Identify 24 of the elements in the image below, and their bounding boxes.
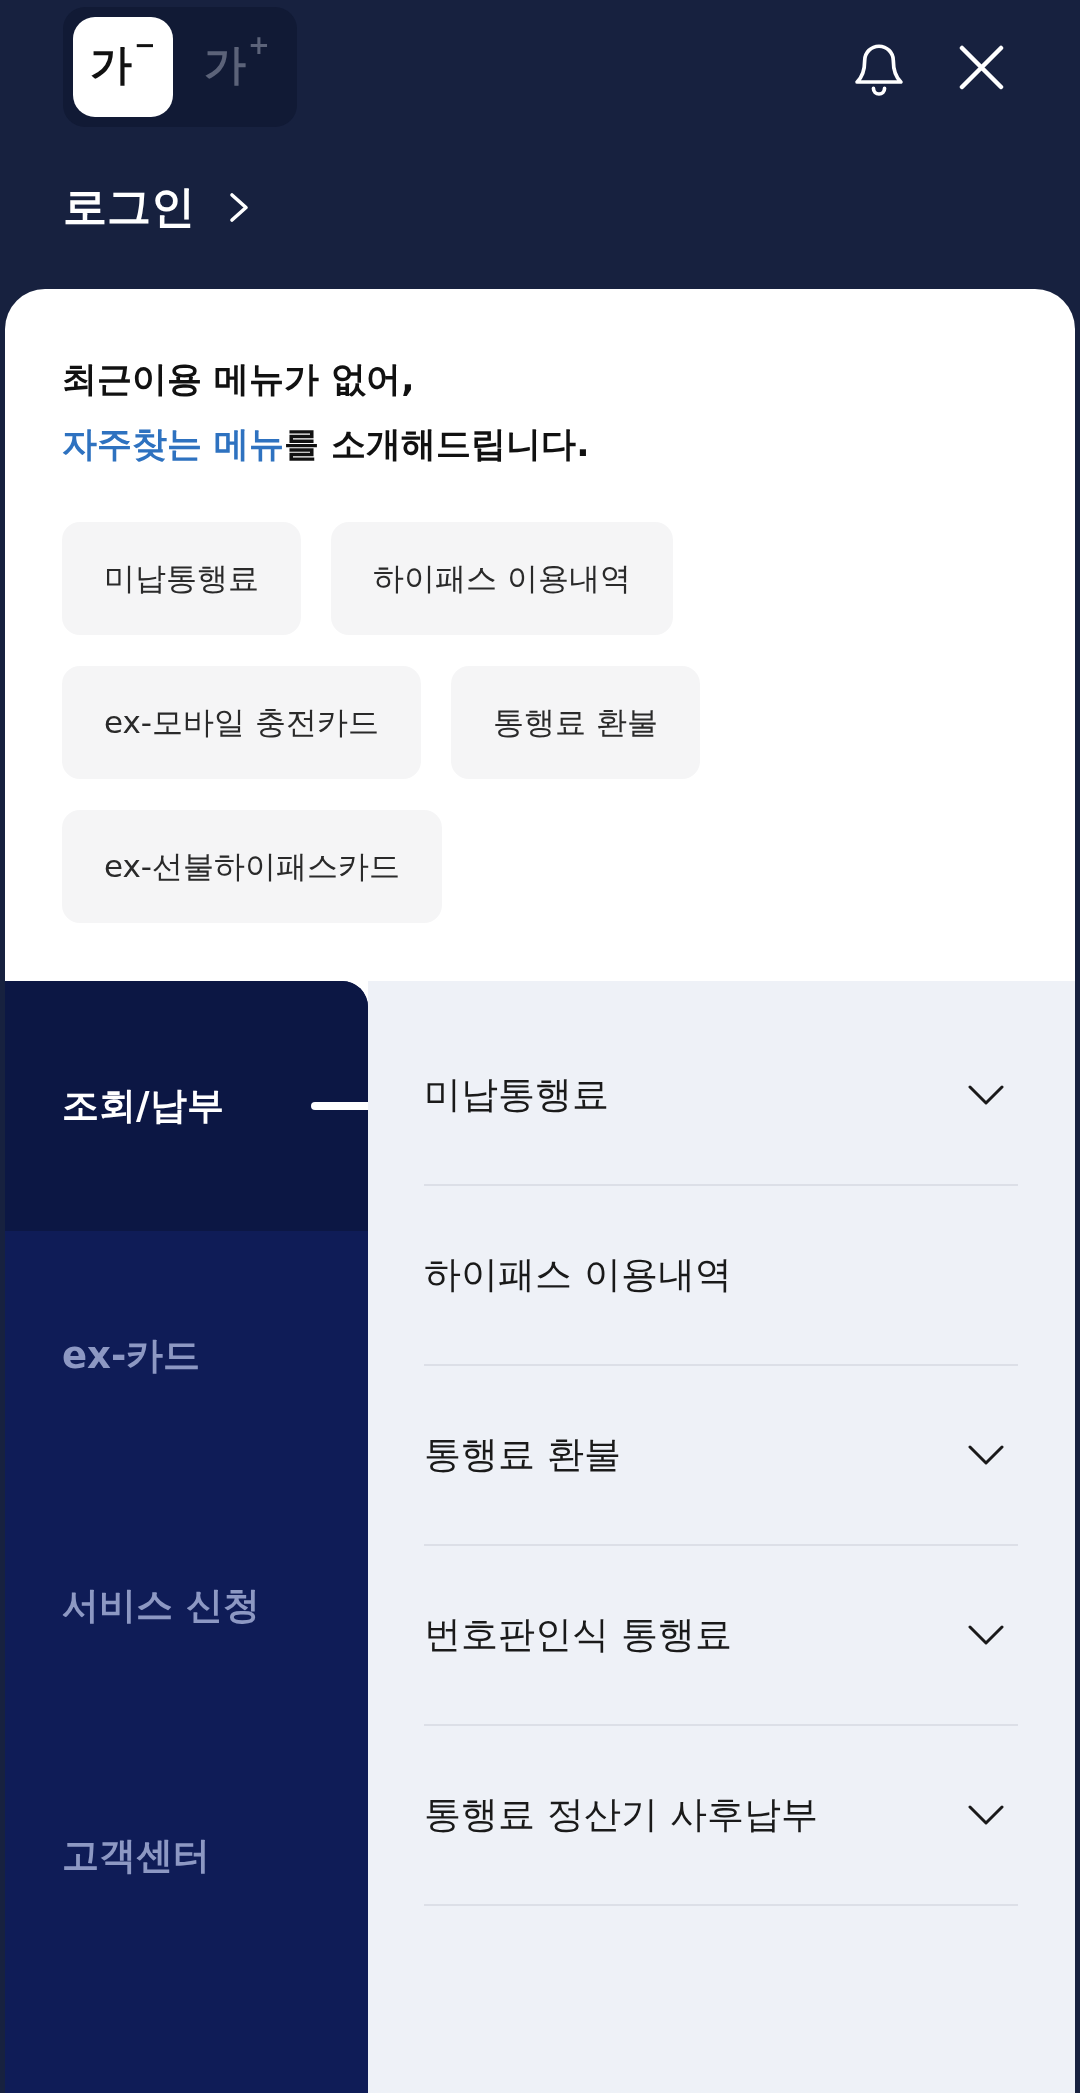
sidebar-item[interactable]: 고객센터 [5, 1731, 368, 1981]
shortcut-button[interactable]: 통행료 환불 [450, 666, 700, 779]
shortcut-button[interactable]: ex-모바일 충전카드 [62, 666, 421, 779]
intro-message: 최근이용 메뉴가 없어, 자주찾는 메뉴를 소개해드립니다. [62, 358, 591, 466]
sidebar-item[interactable]: ex-카드 [5, 1231, 368, 1481]
chevron-down-icon [968, 1084, 1004, 1106]
sidebar-item[interactable]: 조회/납부 [5, 981, 368, 1231]
chevron-down-icon [968, 1624, 1004, 1646]
shortcut-button[interactable]: ex-선불하이패스카드 [62, 810, 443, 923]
chevron-right-icon [229, 191, 249, 223]
shortcut-button[interactable]: 미납통행료 [62, 522, 301, 635]
login-link[interactable]: 로그인 [63, 177, 249, 237]
active-marker-icon [311, 1102, 368, 1110]
submenu-item[interactable]: 하이패스 이용내역 [424, 1186, 1018, 1366]
submenu-item[interactable]: 미납통행료 [424, 1006, 1018, 1186]
font-size-button[interactable]: 가$^{−}$ [73, 17, 173, 117]
chevron-down-icon [968, 1444, 1004, 1466]
close-icon[interactable] [959, 44, 1004, 90]
shortcut-button[interactable]: 하이패스 이용내역 [331, 522, 673, 635]
submenu-item[interactable]: 통행료 환불 [424, 1366, 1018, 1546]
sidebar-item[interactable]: 서비스 신청 [5, 1481, 368, 1731]
submenu-item[interactable]: 통행료 정산기 사후납부 [424, 1726, 1018, 1906]
submenu-item[interactable]: 번호판인식 통행료 [424, 1546, 1018, 1726]
chevron-down-icon [968, 1804, 1004, 1826]
